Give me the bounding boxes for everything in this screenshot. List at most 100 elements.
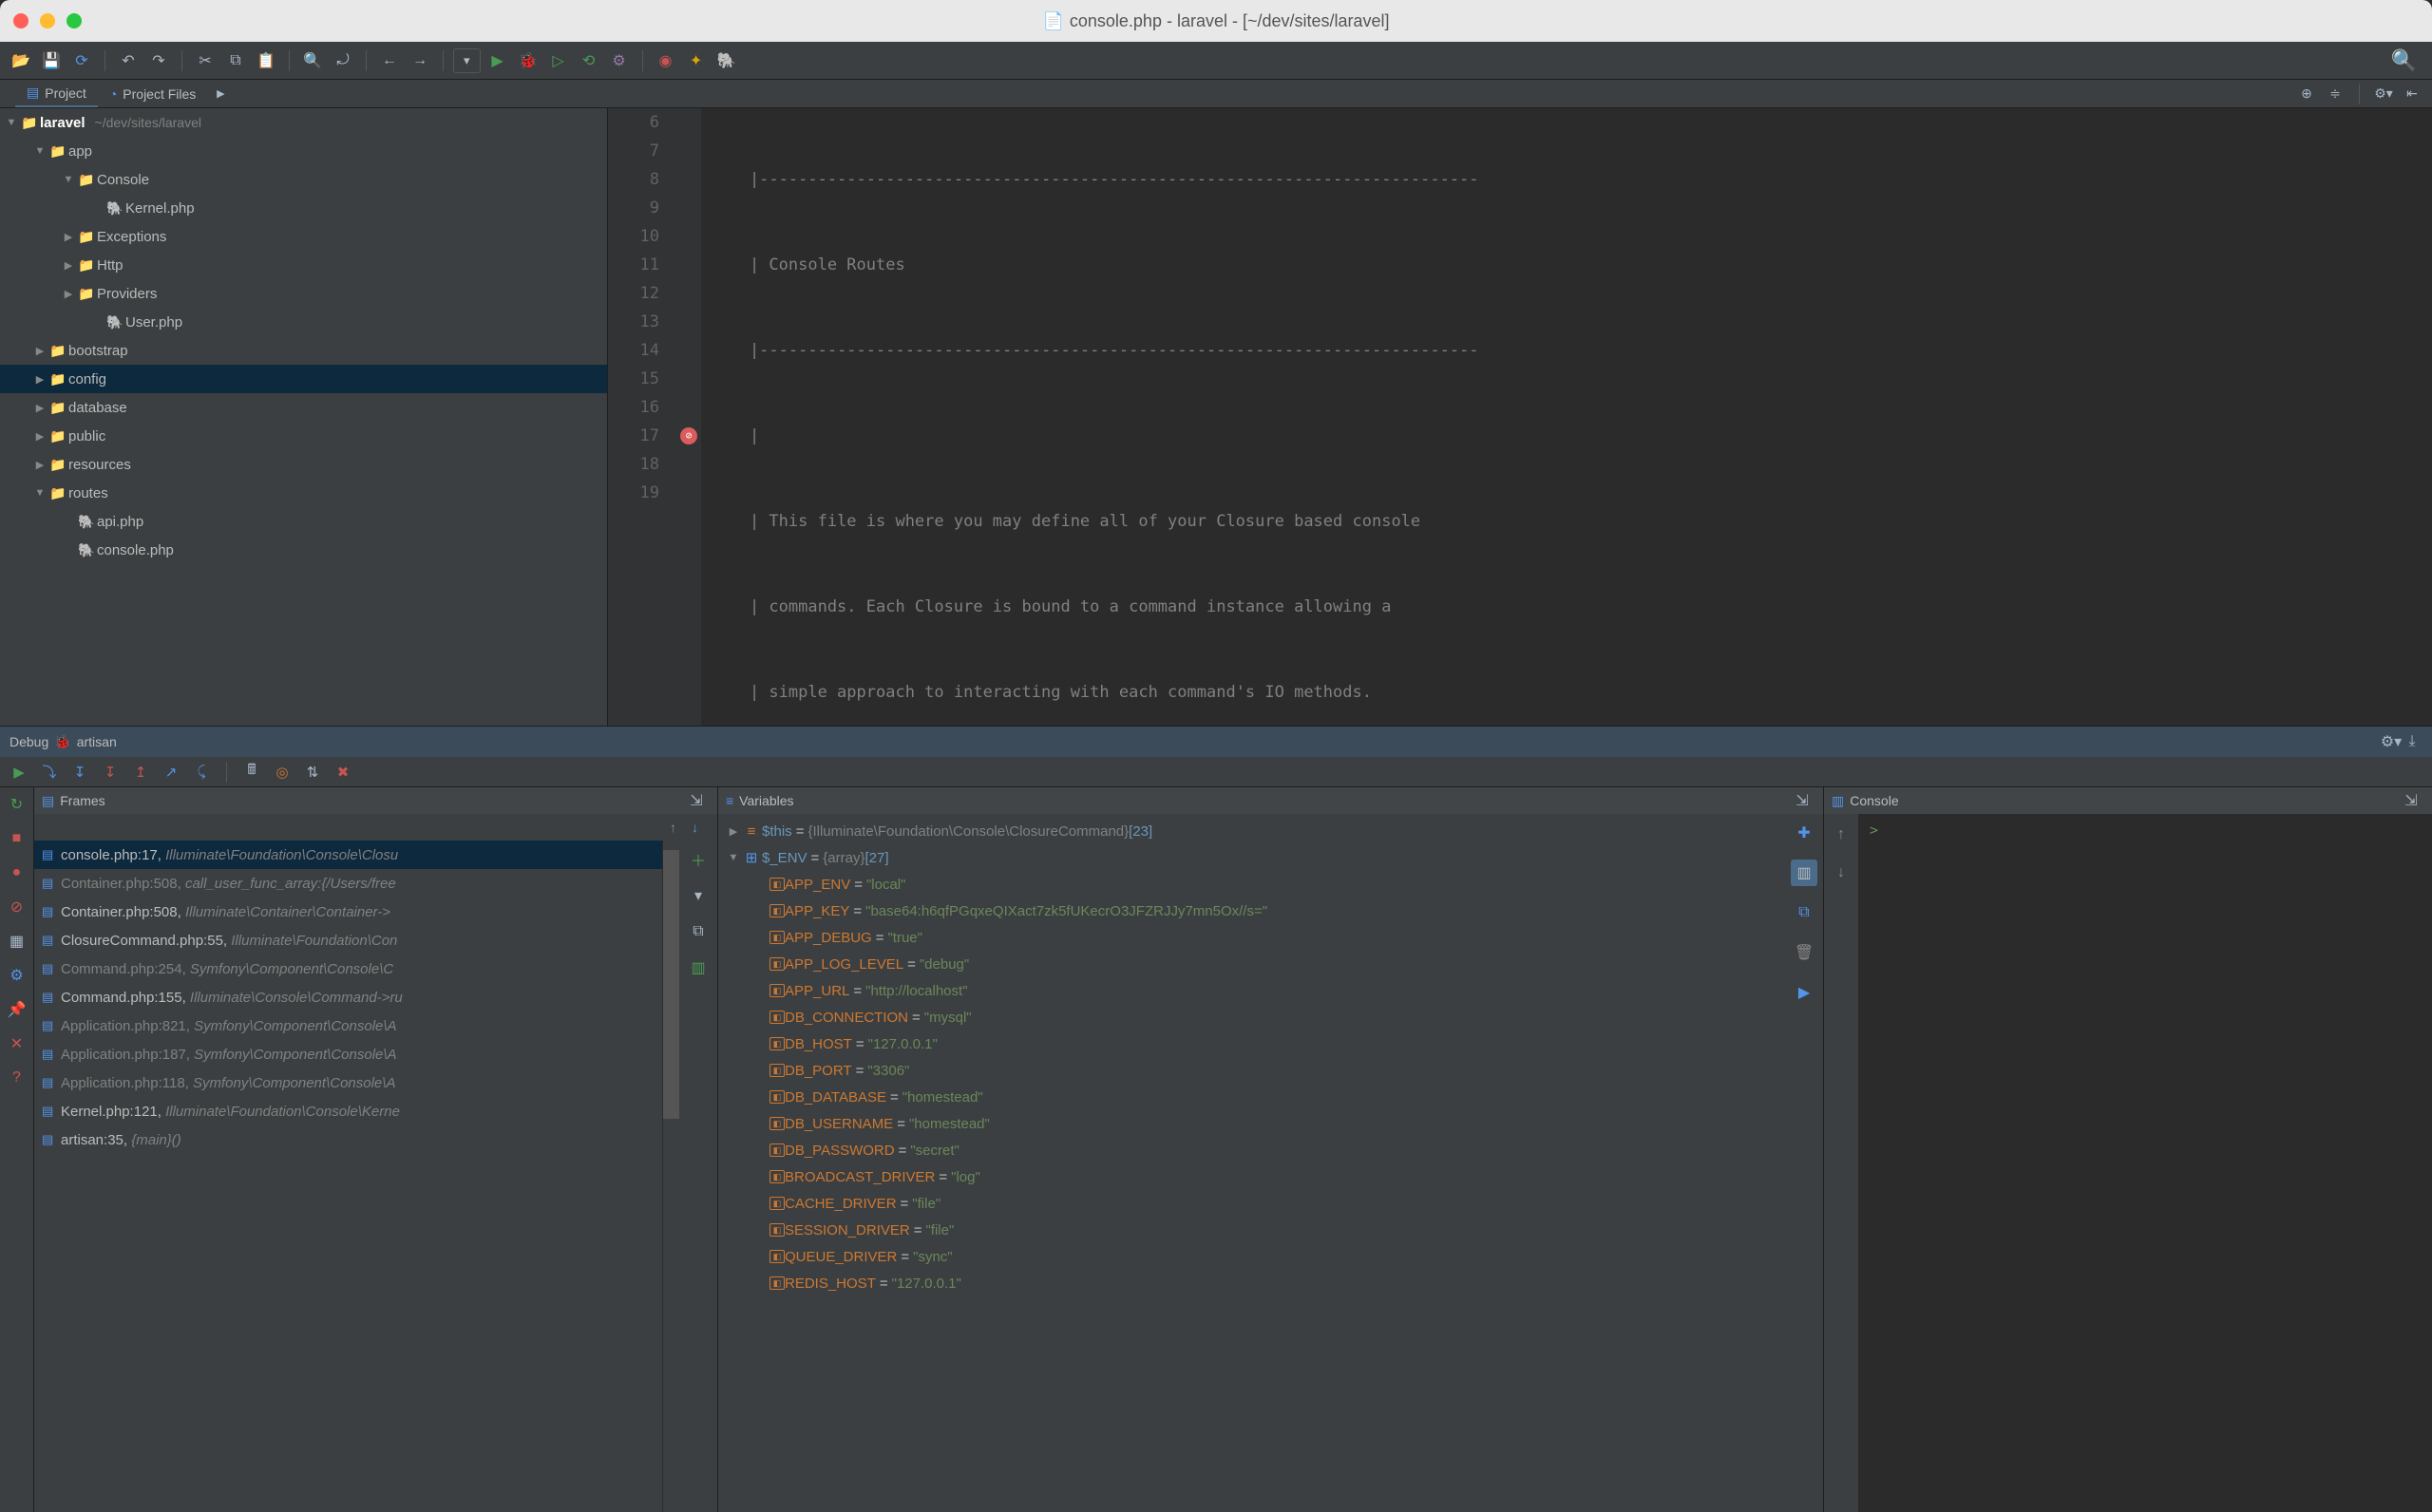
paste-icon[interactable]: 📋	[253, 47, 279, 74]
minimize-window-button[interactable]	[40, 13, 55, 28]
breakpoint-icon[interactable]: ●	[6, 861, 28, 884]
tree-bootstrap[interactable]: ▶📁bootstrap	[0, 336, 607, 365]
frame-item[interactable]: ▤Application.php:187, Symfony\Component\…	[34, 1040, 662, 1068]
tab-project-files[interactable]: ◔Project Files	[98, 80, 208, 107]
step-out-icon[interactable]: ↥	[129, 761, 152, 784]
frame-up-icon[interactable]: ↑	[670, 820, 676, 835]
error-stripe-icon[interactable]: ⊘	[680, 427, 697, 444]
open-icon[interactable]: 📂	[8, 47, 34, 74]
tree-http[interactable]: ▶📁Http	[0, 251, 607, 279]
tree-resources[interactable]: ▶📁resources	[0, 450, 607, 479]
replace-icon[interactable]: ⤾	[330, 47, 356, 74]
editor[interactable]: 678910111213141516171819 ⊘ |------------…	[608, 108, 2432, 726]
new-watch-icon[interactable]: ✚	[1791, 820, 1817, 846]
tree-consolephp[interactable]: 🐘console.php	[0, 536, 607, 564]
frames-list[interactable]: ▤console.php:17, Illuminate\Foundation\C…	[34, 841, 662, 1512]
find-icon[interactable]: 🔍	[299, 47, 326, 74]
project-tree[interactable]: ▼📁laravel~/dev/sites/laravel ▼📁app ▼📁Con…	[0, 108, 608, 726]
var-row[interactable]: ◧APP_URL = "http://localhost"	[718, 977, 1785, 1004]
var-row[interactable]: ◧DB_HOST = "127.0.0.1"	[718, 1030, 1785, 1057]
inspect-icon[interactable]: ▥	[1791, 860, 1817, 886]
force-step-into-icon[interactable]: ↧	[99, 761, 122, 784]
var-row[interactable]: ◧DB_CONNECTION = "mysql"	[718, 1004, 1785, 1030]
frames-restore-icon[interactable]: ⇲	[683, 787, 710, 814]
show-execution-icon[interactable]: ◎	[271, 761, 294, 784]
var-row[interactable]: ◧DB_PASSWORD = "secret"	[718, 1137, 1785, 1163]
run-coverage-icon[interactable]: ▷	[545, 47, 572, 74]
frame-item[interactable]: ▤Command.php:155, Illuminate\Console\Com…	[34, 983, 662, 1011]
close-window-button[interactable]	[13, 13, 28, 28]
stop-highlight-icon[interactable]: ◉	[653, 47, 679, 74]
var-row[interactable]: ◧DB_USERNAME = "homestead"	[718, 1110, 1785, 1137]
stop-debug-icon[interactable]: ■	[6, 827, 28, 850]
var-row[interactable]: ◧CACHE_DRIVER = "file"	[718, 1190, 1785, 1217]
console-up-icon[interactable]: ↑	[1828, 822, 1854, 848]
refresh-icon[interactable]: ⟳	[68, 47, 95, 74]
var-row[interactable]: ◧SESSION_DRIVER = "file"	[718, 1217, 1785, 1243]
vars-restore-icon[interactable]: ⇲	[1789, 787, 1815, 814]
frame-item[interactable]: ▤console.php:17, Illuminate\Foundation\C…	[34, 841, 662, 869]
var-row[interactable]: ▶≡$this = {Illuminate\Foundation\Console…	[718, 818, 1785, 844]
layout-icon[interactable]: ▦	[6, 930, 28, 953]
tree-root[interactable]: ▼📁laravel~/dev/sites/laravel	[0, 108, 607, 137]
tree-api[interactable]: 🐘api.php	[0, 507, 607, 536]
locate-icon[interactable]: ⊕	[2296, 84, 2317, 104]
collapse-all-icon[interactable]: ≑	[2325, 84, 2346, 104]
var-row[interactable]: ▼⊞$_ENV = {array} [27]	[718, 844, 1785, 871]
tree-exceptions[interactable]: ▶📁Exceptions	[0, 222, 607, 251]
run-configuration-dropdown[interactable]: ▾	[453, 48, 481, 73]
show-watches-icon[interactable]: ▶	[1791, 979, 1817, 1006]
frame-down-icon[interactable]: ↓	[692, 820, 698, 835]
copy-value-icon[interactable]: ⧉	[1791, 899, 1817, 926]
step-over-icon[interactable]: ⤵	[38, 761, 61, 784]
var-row[interactable]: ◧DB_DATABASE = "homestead"	[718, 1084, 1785, 1110]
tree-routes[interactable]: ▼📁routes	[0, 479, 607, 507]
copy-icon[interactable]: ⧉	[222, 47, 249, 74]
add-watch-icon[interactable]: ＋	[685, 846, 712, 873]
highlight-icon[interactable]: ✦	[683, 47, 710, 74]
variables-tree[interactable]: ▶≡$this = {Illuminate\Foundation\Console…	[718, 814, 1785, 1512]
console-restore-icon[interactable]: ⇲	[2398, 787, 2424, 814]
frame-item[interactable]: ▤Command.php:254, Symfony\Component\Cons…	[34, 954, 662, 983]
mute-breakpoints-icon[interactable]: ⊘	[6, 896, 28, 918]
help-icon[interactable]: ?	[6, 1067, 28, 1089]
var-row[interactable]: ◧APP_DEBUG = "true"	[718, 924, 1785, 951]
debug-button-icon[interactable]: 🐞	[515, 47, 542, 74]
tree-kernel[interactable]: 🐘Kernel.php	[0, 194, 607, 222]
tree-config[interactable]: ▶📁config	[0, 365, 607, 393]
thread-icon[interactable]: ▾	[685, 882, 712, 909]
var-row[interactable]: ◧DB_PORT = "3306"	[718, 1057, 1785, 1084]
search-everywhere-icon[interactable]: 🔍	[2391, 48, 2417, 73]
copy-frame-icon[interactable]: ⧉	[685, 918, 712, 945]
var-row[interactable]: ◧APP_ENV = "local"	[718, 871, 1785, 898]
run-button-icon[interactable]: ▶	[484, 47, 511, 74]
hide-panel-icon[interactable]: ⇤	[2402, 84, 2422, 104]
tree-public[interactable]: ▶📁public	[0, 422, 607, 450]
tree-user[interactable]: 🐘User.php	[0, 308, 607, 336]
tabs-more-icon[interactable]: ▶	[207, 81, 234, 107]
save-icon[interactable]: 💾	[38, 47, 65, 74]
cut-icon[interactable]: ✂	[192, 47, 218, 74]
frame-item[interactable]: ▤Container.php:508, Illuminate\Container…	[34, 898, 662, 926]
var-row[interactable]: ◧REDIS_HOST = "127.0.0.1"	[718, 1270, 1785, 1296]
debug-pin-icon[interactable]: ⤓	[2402, 731, 2422, 752]
tab-project[interactable]: ▤Project	[15, 80, 98, 107]
sort-icon[interactable]: ⇅	[301, 761, 324, 784]
undo-icon[interactable]: ↶	[115, 47, 142, 74]
frame-item[interactable]: ▤Container.php:508, call_user_func_array…	[34, 869, 662, 898]
forward-icon[interactable]: →	[407, 47, 433, 74]
back-icon[interactable]: ←	[376, 47, 403, 74]
tree-app[interactable]: ▼📁app	[0, 137, 607, 165]
step-into-icon[interactable]: ↧	[68, 761, 91, 784]
run-to-cursor-icon[interactable]: ↗	[160, 761, 182, 784]
drop-frame-icon[interactable]: ⤹	[190, 761, 213, 784]
settings2-icon[interactable]: ⚙	[6, 964, 28, 987]
remove-icon[interactable]: ✖	[332, 761, 354, 784]
rerun-debug-icon[interactable]: ↻	[6, 793, 28, 816]
var-row[interactable]: ◧APP_KEY = "base64:h6qfPGqxeQIXact7zk5fU…	[718, 898, 1785, 924]
evaluate-icon[interactable]: 🖩	[240, 761, 263, 784]
frame-item[interactable]: ▤Application.php:821, Symfony\Component\…	[34, 1011, 662, 1040]
tree-providers[interactable]: ▶📁Providers	[0, 279, 607, 308]
settings-icon[interactable]: ⚙	[606, 47, 633, 74]
maximize-window-button[interactable]	[66, 13, 82, 28]
